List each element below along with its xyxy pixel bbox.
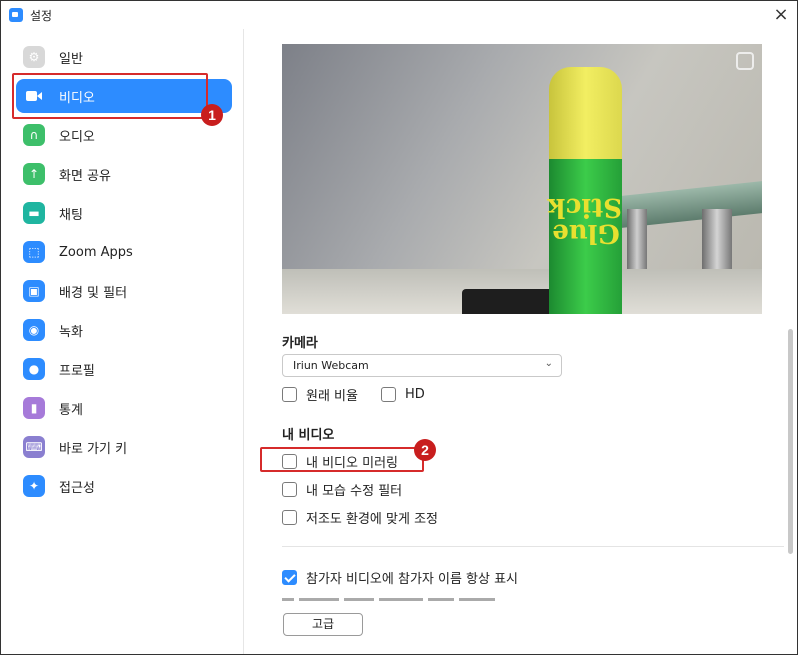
sidebar-item-label: 배경 및 필터: [59, 285, 128, 301]
sidebar-item-label: 바로 가기 키: [59, 441, 128, 457]
sidebar-item-profile[interactable]: ● 프로필: [16, 352, 232, 386]
sidebar-item-background-filter[interactable]: ▣ 배경 및 필터: [16, 274, 232, 308]
sidebar-item-recording[interactable]: ◉ 녹화: [16, 313, 232, 347]
sidebar-item-audio[interactable]: ∩ 오디오: [16, 118, 232, 152]
low-light-checkbox[interactable]: [282, 509, 297, 525]
camera-preview: Glue Stick: [282, 44, 762, 314]
sidebar-item-accessibility[interactable]: ✦ 접근성: [16, 469, 232, 503]
show-names-option[interactable]: 참가자 비디오에 참가자 이름 항상 표시: [282, 568, 519, 587]
gear-icon: ⚙: [23, 46, 45, 68]
touch-up-option[interactable]: 내 모습 수정 필터: [282, 480, 403, 499]
window-title: 설정: [30, 8, 53, 23]
share-screen-icon: ↑: [23, 163, 45, 185]
profile-icon: ●: [23, 358, 45, 380]
chevron-down-icon: ⌄: [544, 358, 553, 369]
title-bar: 설정 ×: [1, 1, 797, 29]
chat-bubble-icon: ▬: [23, 202, 45, 224]
sidebar-item-general[interactable]: ⚙ 일반: [16, 40, 232, 74]
annotation-badge-2: 2: [414, 439, 436, 461]
original-ratio-checkbox[interactable]: [282, 386, 297, 402]
low-light-label: 저조도 환경에 맞게 조정: [306, 511, 438, 527]
show-names-checkbox[interactable]: [282, 569, 297, 585]
sidebar-item-chat[interactable]: ▬ 채팅: [16, 196, 232, 230]
sidebar-item-label: 오디오: [59, 129, 95, 145]
obscured-option: [282, 596, 552, 602]
original-ratio-option[interactable]: 원래 비율: [282, 385, 358, 404]
video-settings-panel: Glue Stick 카메라 Iriun Webcam ⌄ 원래 비율 HD 내…: [245, 29, 797, 654]
rotate-camera-icon[interactable]: [736, 52, 754, 70]
camera-section-label: 카메라: [282, 336, 318, 351]
preview-glue-cap: [549, 67, 622, 167]
apps-icon: ⬚: [23, 241, 45, 263]
background-filter-icon: ▣: [23, 280, 45, 302]
settings-window: 설정 × ⚙ 일반 비디오 ∩ 오디오 ↑ 화면 공유 ▬ 채팅 ⬚ Zoom …: [0, 0, 798, 655]
sidebar-item-share-screen[interactable]: ↑ 화면 공유: [16, 157, 232, 191]
touch-up-label: 내 모습 수정 필터: [306, 483, 403, 499]
sidebar-item-label: Zoom Apps: [59, 244, 133, 260]
annotation-highlight-1: [12, 73, 208, 119]
sidebar-item-label: 화면 공유: [59, 168, 111, 184]
sidebar-item-zoom-apps[interactable]: ⬚ Zoom Apps: [16, 235, 232, 269]
headphones-icon: ∩: [23, 124, 45, 146]
sidebar-item-label: 채팅: [59, 207, 83, 223]
annotation-badge-1: 1: [201, 104, 223, 126]
sidebar-item-label: 통계: [59, 402, 83, 418]
camera-select[interactable]: Iriun Webcam ⌄: [282, 354, 562, 377]
camera-select-value: Iriun Webcam: [293, 359, 369, 372]
hd-option[interactable]: HD: [381, 385, 425, 403]
show-names-label: 참가자 비디오에 참가자 이름 항상 표시: [306, 571, 519, 587]
record-icon: ◉: [23, 319, 45, 341]
section-divider: [282, 546, 784, 547]
sidebar-item-label: 녹화: [59, 324, 83, 340]
zoom-app-icon: [9, 8, 23, 22]
sidebar-item-label: 일반: [59, 51, 83, 67]
low-light-option[interactable]: 저조도 환경에 맞게 조정: [282, 508, 438, 527]
sidebar-item-label: 프로필: [59, 363, 95, 379]
sidebar-item-label: 접근성: [59, 480, 95, 496]
advanced-button[interactable]: 고급: [283, 613, 363, 636]
accessibility-icon: ✦: [23, 475, 45, 497]
close-icon[interactable]: ×: [771, 5, 791, 25]
touch-up-checkbox[interactable]: [282, 481, 297, 497]
keyboard-icon: ⌨: [23, 436, 45, 458]
annotation-highlight-2: [260, 447, 424, 472]
preview-glue-label: Glue Stick: [547, 192, 622, 248]
content-scrollbar[interactable]: [788, 329, 793, 554]
sidebar-item-keyboard-shortcuts[interactable]: ⌨ 바로 가기 키: [16, 430, 232, 464]
sidebar-item-statistics[interactable]: ▮ 통계: [16, 391, 232, 425]
my-video-section-label: 내 비디오: [282, 428, 335, 443]
hd-checkbox[interactable]: [381, 386, 396, 402]
statistics-icon: ▮: [23, 397, 45, 419]
hd-label: HD: [405, 386, 425, 402]
original-ratio-label: 원래 비율: [306, 388, 358, 404]
